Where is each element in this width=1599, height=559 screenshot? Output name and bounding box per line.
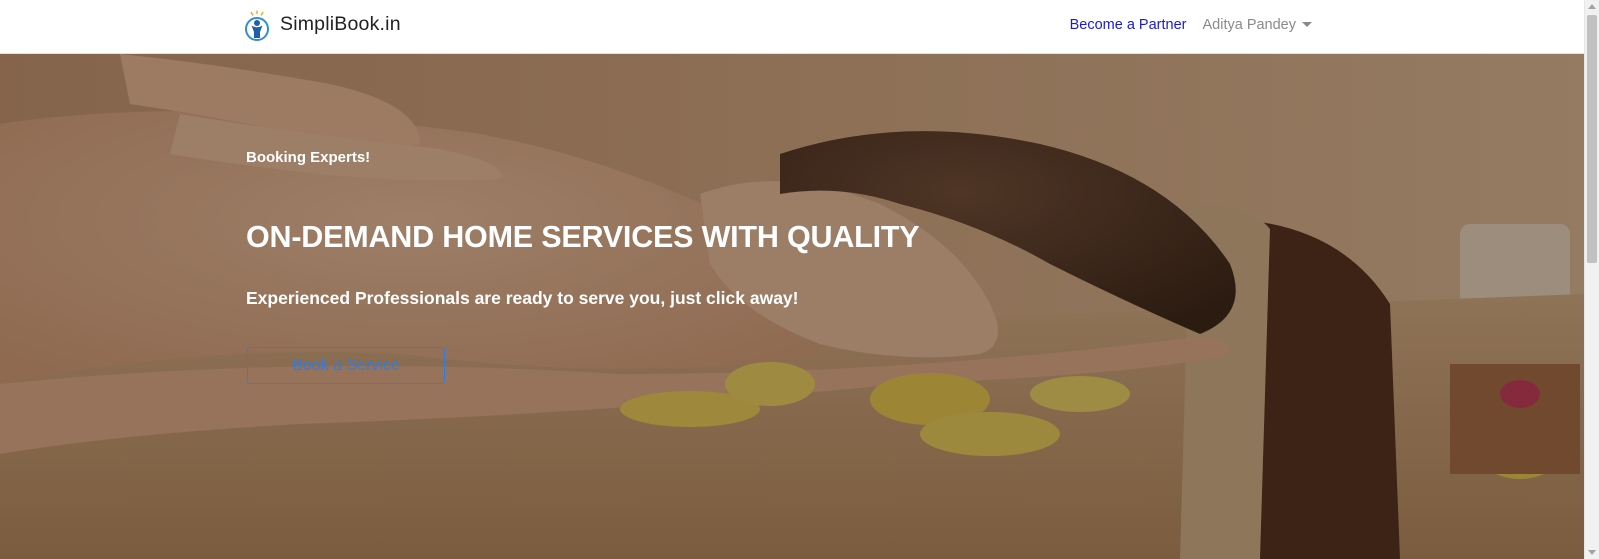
brand-name: SimpliBook.in: [280, 12, 401, 35]
scroll-down-arrow-icon[interactable]: [1588, 550, 1596, 555]
hero-title: ON-DEMAND HOME SERVICES WITH QUALITY: [246, 220, 920, 254]
user-menu-dropdown[interactable]: Aditya Pandey: [1202, 17, 1312, 33]
user-name-label: Aditya Pandey: [1202, 17, 1296, 33]
page-scrollbar[interactable]: [1584, 0, 1599, 559]
become-partner-link[interactable]: Become a Partner: [1070, 17, 1187, 33]
scrollbar-thumb[interactable]: [1587, 15, 1597, 263]
brand-link[interactable]: SimpliBook.in: [244, 10, 401, 42]
page: SimpliBook.in Become a Partner Aditya Pa…: [0, 0, 1599, 559]
book-a-service-button[interactable]: Book a Service: [247, 347, 445, 384]
hero-banner: Booking Experts! ON-DEMAND HOME SERVICES…: [0, 54, 1584, 559]
hero-tagline: Booking Experts!: [246, 149, 371, 166]
nav-links: Become a Partner Aditya Pandey: [1070, 17, 1312, 33]
scroll-up-arrow-icon[interactable]: [1588, 4, 1596, 9]
caret-down-icon: [1302, 21, 1312, 27]
hero-subtitle: Experienced Professionals are ready to s…: [246, 288, 799, 308]
top-navbar: SimpliBook.in Become a Partner Aditya Pa…: [0, 0, 1584, 54]
brand-logo-icon: [245, 10, 269, 41]
